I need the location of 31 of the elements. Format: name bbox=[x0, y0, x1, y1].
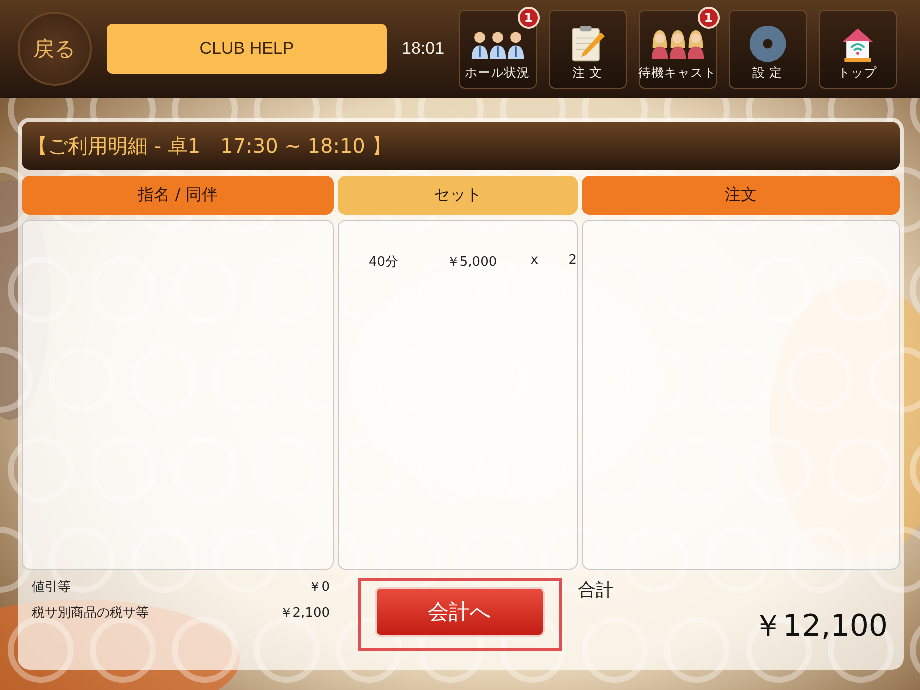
count-badge: 1 bbox=[518, 6, 540, 28]
settings-icon bbox=[748, 24, 788, 62]
hall-nav-button[interactable]: ホール状況 1 bbox=[458, 10, 537, 88]
adjustment-label: 税サ別商品の税サ等 bbox=[32, 605, 149, 622]
nav-label: 待機キャスト bbox=[638, 64, 717, 82]
clock-time: 18:01 bbox=[402, 39, 445, 59]
column-tab[interactable]: 注文 bbox=[582, 176, 900, 215]
nav-label: ホール状況 bbox=[465, 64, 530, 82]
checkout-button[interactable]: 会計へ bbox=[375, 587, 545, 637]
total-label: 合計 bbox=[578, 579, 614, 602]
nav-label: 注 文 bbox=[572, 64, 603, 82]
column-tab[interactable]: 指名 / 同伴 bbox=[22, 176, 334, 215]
item-price: ￥5,000 bbox=[446, 254, 498, 271]
count-badge: 1 bbox=[698, 6, 720, 28]
cast-nav-button[interactable]: 待機キャスト 1 bbox=[638, 10, 717, 88]
nav-label: 設 定 bbox=[752, 64, 783, 82]
settings-nav-button[interactable]: 設 定 bbox=[728, 10, 807, 88]
total-amount: ￥12,100 bbox=[753, 608, 888, 646]
nav-label: トップ bbox=[838, 64, 878, 82]
adjustment-label: 値引等 bbox=[32, 579, 71, 596]
times-sign: x bbox=[530, 253, 540, 270]
home-nav-button[interactable]: トップ bbox=[818, 10, 897, 88]
detail-title: 【ご利用明細 - 卓1 17:30 ~ 18:10 】 bbox=[22, 122, 900, 170]
column-tab[interactable]: セット bbox=[338, 176, 578, 215]
item-name: 40分 bbox=[369, 254, 400, 271]
app-title: CLUB HELP bbox=[107, 24, 387, 74]
back-button[interactable]: 戻る bbox=[18, 12, 92, 86]
order-nav-button[interactable]: 注 文 bbox=[548, 10, 627, 88]
adjustment-value: ￥0 bbox=[308, 579, 330, 596]
adjustment-value: ￥2,100 bbox=[280, 605, 330, 622]
item-quantity: 2 bbox=[568, 253, 577, 270]
